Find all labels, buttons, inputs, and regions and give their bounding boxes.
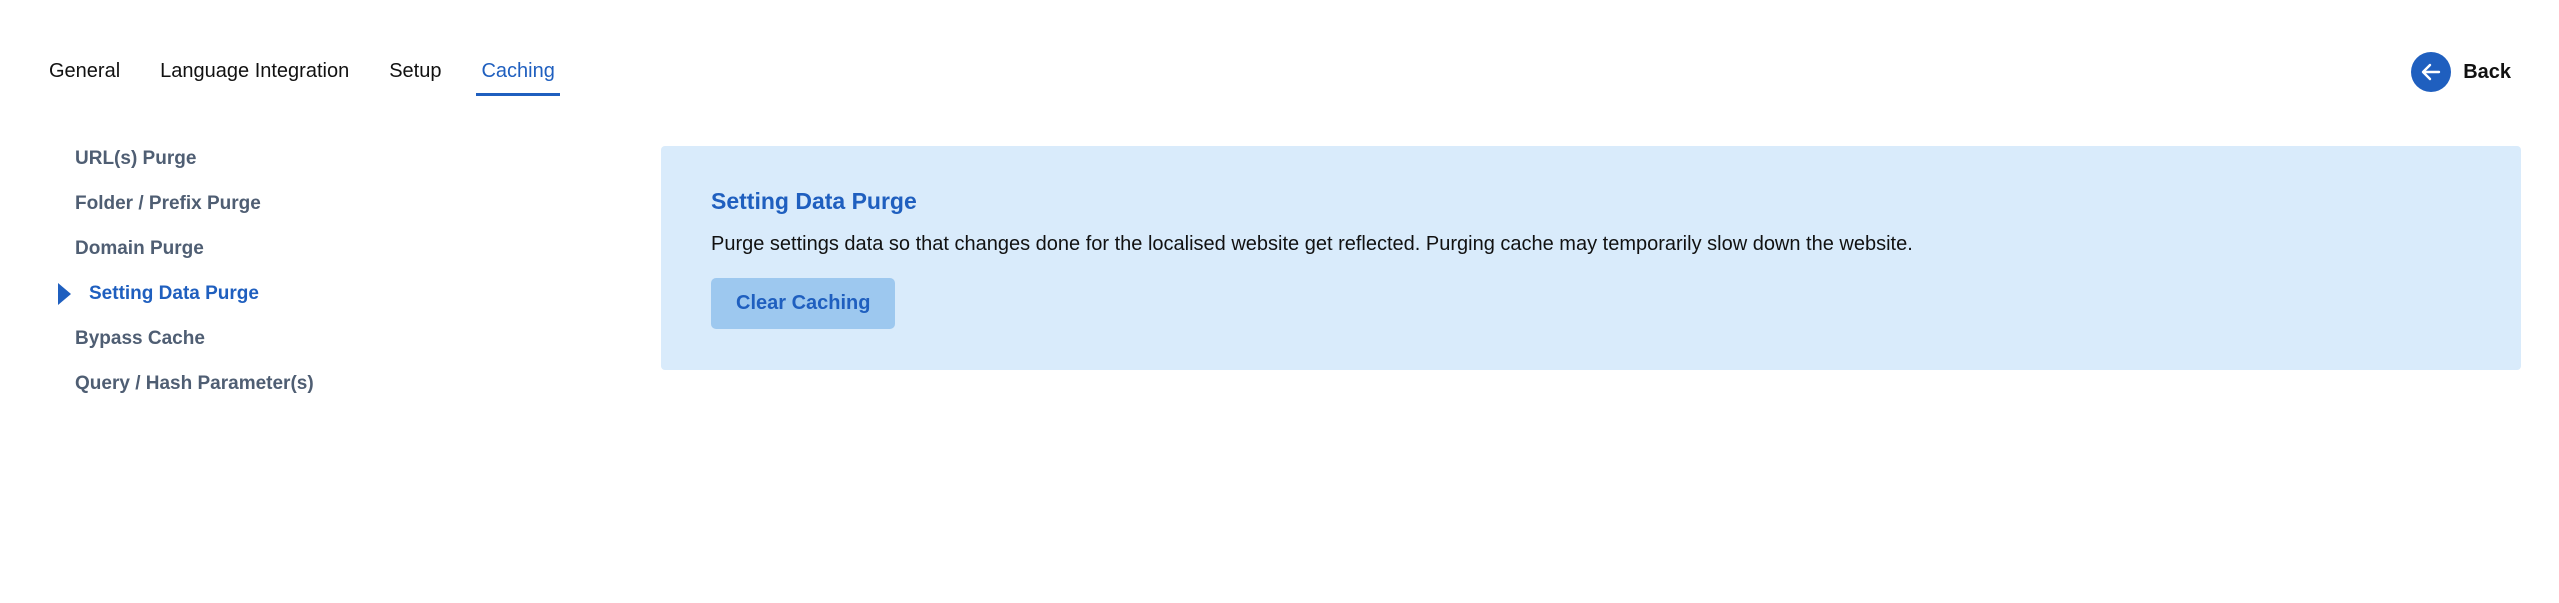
panel-title: Setting Data Purge (711, 188, 917, 214)
back-button[interactable]: Back (2411, 52, 2511, 92)
tab-caching[interactable]: Caching (476, 54, 560, 96)
caret-right-icon (58, 282, 71, 305)
setting-data-purge-panel: Setting Data Purge Purge settings data s… (661, 146, 2521, 370)
clear-caching-button[interactable]: Clear Caching (711, 278, 896, 329)
sidebar-item-label: Domain Purge (75, 237, 204, 259)
sidebar-item-label: Bypass Cache (75, 327, 205, 349)
caching-settings-page: General Language Integration Setup Cachi… (0, 0, 2559, 603)
sidebar-item-label: Query / Hash Parameter(s) (75, 372, 314, 394)
sidebar-item-label: Folder / Prefix Purge (75, 192, 261, 214)
sidebar-item-bypass-cache[interactable]: Bypass Cache (56, 316, 576, 361)
panel-description: Purge settings data so that changes done… (711, 233, 1913, 255)
sidebar-item-folder-prefix-purge[interactable]: Folder / Prefix Purge (56, 181, 576, 226)
sidebar-item-url-purge[interactable]: URL(s) Purge (56, 136, 576, 181)
top-tabs: General Language Integration Setup Cachi… (44, 54, 590, 96)
caching-sidebar: URL(s) Purge Folder / Prefix Purge Domai… (56, 136, 576, 406)
sidebar-item-setting-data-purge[interactable]: Setting Data Purge (56, 271, 576, 316)
back-label: Back (2463, 60, 2511, 83)
sidebar-item-label: Setting Data Purge (89, 282, 259, 304)
sidebar-item-domain-purge[interactable]: Domain Purge (56, 226, 576, 271)
tab-general[interactable]: General (44, 54, 125, 96)
sidebar-item-label: URL(s) Purge (75, 147, 197, 169)
tab-language-integration[interactable]: Language Integration (155, 54, 354, 96)
tab-setup[interactable]: Setup (384, 54, 446, 96)
arrow-left-icon (2411, 52, 2452, 92)
sidebar-item-query-hash-parameters[interactable]: Query / Hash Parameter(s) (56, 361, 576, 406)
